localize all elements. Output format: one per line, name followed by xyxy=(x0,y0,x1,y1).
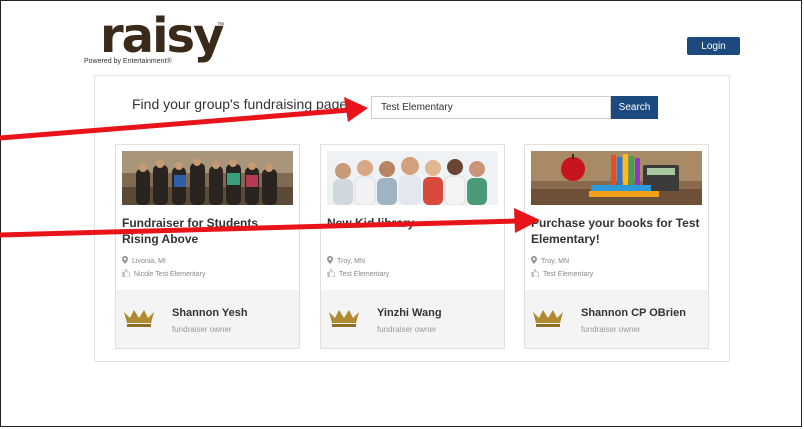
arrow-to-search-head xyxy=(344,97,368,122)
annotation-arrows xyxy=(0,97,540,238)
arrow-to-card-head xyxy=(514,208,540,233)
arrow-to-search-line xyxy=(0,107,351,141)
arrow-to-card-line xyxy=(0,218,519,238)
